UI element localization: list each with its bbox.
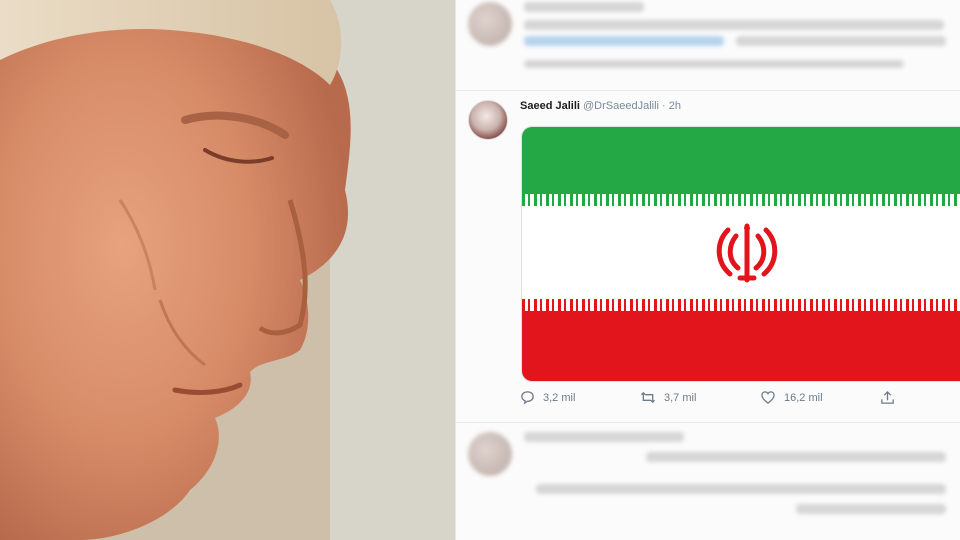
- blurred-text-line: [736, 36, 946, 46]
- heart-icon: [761, 391, 775, 404]
- blurred-tweet-bottom: [456, 424, 960, 540]
- blurred-text-line: [536, 484, 946, 494]
- retweet-icon: [640, 391, 656, 404]
- tweet-header: Saeed Jalili @DrSaeedJalili · 2h: [520, 100, 681, 112]
- blurred-actions-line: [524, 60, 904, 68]
- blurred-text-line: [524, 432, 684, 442]
- tweet-action-bar: 3,2 mil 3,7 mil 16,2 mil: [520, 390, 940, 410]
- flag-kufic-border-top: [522, 194, 960, 206]
- like-button[interactable]: 16,2 mil: [760, 390, 823, 405]
- blurred-avatar: [468, 432, 512, 476]
- retweet-count: 3,7 mil: [664, 391, 697, 404]
- blurred-text-line: [796, 504, 946, 514]
- like-count: 16,2 mil: [784, 391, 823, 404]
- blurred-avatar: [468, 2, 512, 46]
- author-avatar[interactable]: [468, 100, 508, 140]
- blurred-text-line: [646, 452, 946, 462]
- profile-portrait-photo: [0, 0, 455, 540]
- tweet-saeed-jalili[interactable]: Saeed Jalili @DrSaeedJalili · 2h 3,2 mil…: [456, 92, 960, 422]
- portrait-illustration: [0, 0, 455, 540]
- author-name[interactable]: Saeed Jalili: [520, 100, 580, 112]
- tweet-timestamp[interactable]: 2h: [669, 100, 681, 112]
- share-button[interactable]: [880, 390, 895, 405]
- blurred-text-line: [524, 2, 644, 12]
- reply-count: 3,2 mil: [543, 391, 576, 404]
- header-separator: ·: [662, 100, 666, 112]
- tweet-divider: [456, 90, 960, 91]
- author-handle[interactable]: @DrSaeedJalili: [583, 100, 659, 112]
- flag-kufic-border-bottom: [522, 299, 960, 311]
- iran-flag-image[interactable]: [522, 127, 960, 381]
- reply-button[interactable]: 3,2 mil: [520, 390, 575, 405]
- blurred-text-line: [524, 20, 944, 30]
- tweet-feed-screenshot: Saeed Jalili @DrSaeedJalili · 2h 3,2 mil…: [455, 0, 960, 540]
- flag-green-stripe: [522, 127, 960, 197]
- iran-emblem-icon: [716, 223, 778, 283]
- flag-red-stripe: [522, 302, 960, 381]
- blurred-tweet-top: [456, 0, 960, 90]
- comment-icon: [521, 391, 534, 405]
- blurred-link-line: [524, 36, 724, 46]
- share-icon: [881, 390, 894, 404]
- retweet-button[interactable]: 3,7 mil: [640, 390, 696, 405]
- tweet-divider: [456, 422, 960, 423]
